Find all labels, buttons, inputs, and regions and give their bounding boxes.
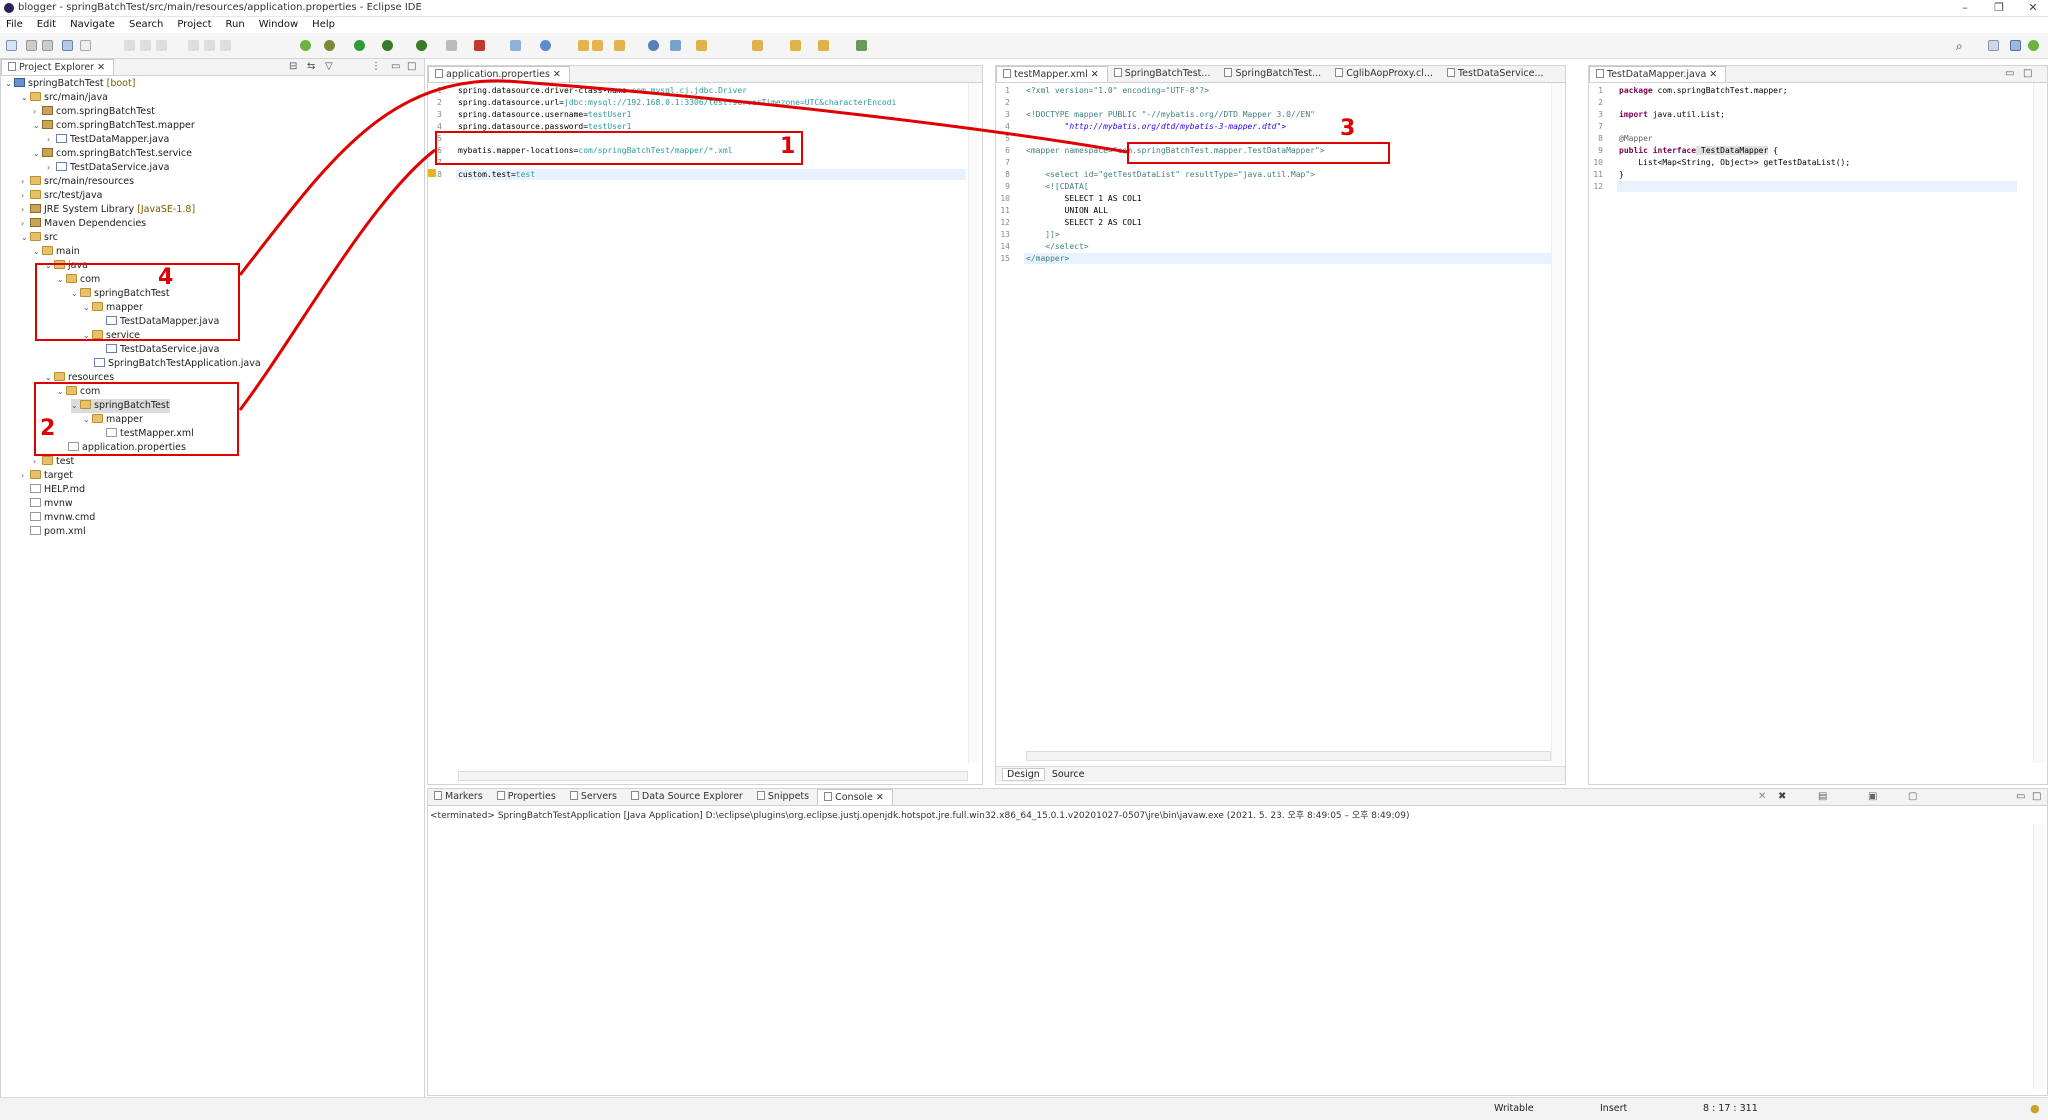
arrow-4-to-3 <box>238 79 1128 276</box>
arrow-2-to-1 <box>238 148 436 411</box>
annotation-arrows <box>238 79 1128 411</box>
